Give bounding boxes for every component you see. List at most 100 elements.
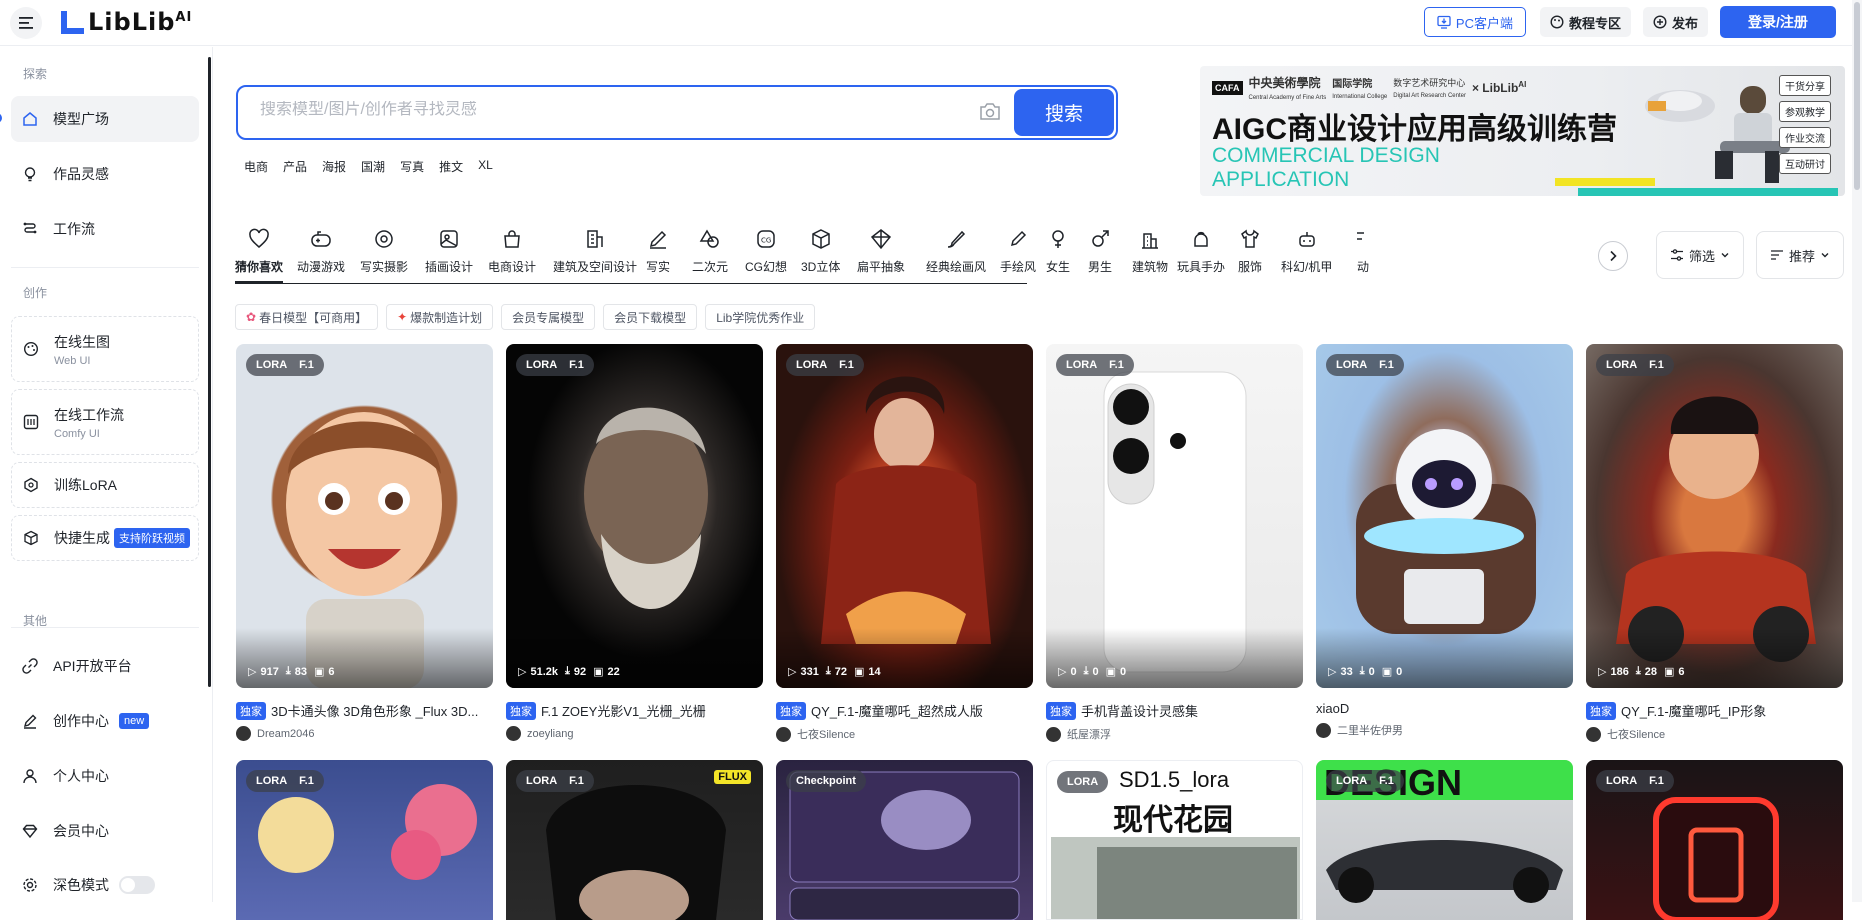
pill-hit-plan[interactable]: ✦ 爆款制造计划 [386,304,494,330]
pill-spring-models[interactable]: ✿ 春日模型【可商用】 [235,304,379,330]
model-card[interactable]: LORA F.1 ▷ 186 ⤓ 28 ▣ 6 独家 QY_F.1-魔童哪吒_IP形象 七夜Sile… [1586,344,1843,742]
model-thumbnail[interactable]: LORA F.1 ▷ 51.2k ⤓ 92 ▣ 22 [506,344,763,688]
category-tab[interactable]: 动漫游戏 [297,228,345,275]
sidebar-item-train-lora[interactable]: 训练LoRA [11,462,199,508]
category-tab[interactable]: 手绘风 [1000,228,1036,275]
quick-tag[interactable]: 写真 [400,158,424,175]
category-tab[interactable]: 3D立体 [801,228,840,275]
category-tab[interactable]: 电商设计 [488,228,536,275]
liblib-logo[interactable]: LibLibAI [58,8,192,36]
category-tab[interactable]: 建筑及空间设计 [553,228,637,275]
menu-toggle-button[interactable] [10,7,42,39]
model-thumbnail[interactable]: FLUX LORA F.1 [506,760,763,920]
model-card[interactable]: LORA F.1 ▷ 33 ⤓ 0 ▣ 0 xiaoD 二里半佐伊男 [1316,344,1573,738]
sidebar-item-dark-mode[interactable]: 深色模式 [11,862,199,908]
model-thumbnail[interactable]: DESIGNLORAF.1 [1316,760,1573,920]
sidebar-item-creator-center[interactable]: 创作中心 new [11,698,199,744]
quick-tag[interactable]: 国潮 [361,158,385,175]
category-tab[interactable]: 二次元 [692,228,728,275]
category-tab[interactable]: 扁平抽象 [857,228,905,275]
sidebar-item-inspiration[interactable]: 作品灵感 [11,151,199,197]
quick-tag[interactable]: 产品 [283,158,307,175]
model-title-row[interactable]: 独家 F.1 ZOEY光影V1_光栅_光栅 [506,701,763,720]
quick-tag[interactable]: 电商 [244,158,268,175]
model-thumbnail[interactable]: LORA F.1 ▷ 331 ⤓ 72 ▣ 14 [776,344,1033,688]
bag-icon [501,228,523,250]
category-tab[interactable]: 动 [1352,228,1374,275]
model-card[interactable]: LORA F.1 [1586,760,1843,920]
model-card[interactable]: DESIGNLORAF.1 [1316,760,1573,920]
sidebar-item-online-workflow[interactable]: 在线工作流 Comfy UI [11,389,199,455]
cube-icon [810,228,832,250]
category-tab[interactable]: 猜你喜欢 [235,228,283,275]
quick-tag[interactable]: 海报 [322,158,346,175]
sidebar-item-api[interactable]: API开放平台 [11,643,199,689]
search-button[interactable]: 搜索 [1014,89,1114,136]
model-card[interactable]: LORA F.1 ▷ 331 ⤓ 72 ▣ 14 独家 QY_F.1-魔童哪吒_超然成人版 七夜Si… [776,344,1033,742]
category-tab[interactable]: 服饰 [1238,228,1262,275]
camera-search-icon[interactable] [978,101,1002,123]
search-input[interactable] [260,101,960,119]
model-thumbnail[interactable]: Checkpoint [776,760,1033,920]
model-card[interactable]: Checkpoint [776,760,1033,920]
model-author[interactable]: 纸屋漂浮 [1046,726,1303,742]
category-tab[interactable]: CG CG幻想 [745,228,787,275]
model-author[interactable]: 二里半佐伊男 [1316,722,1573,738]
pill-lib-academy[interactable]: Lib学院优秀作业 [705,304,816,330]
category-tab[interactable]: 男生 [1088,228,1112,275]
category-tab[interactable]: 建筑物 [1132,228,1168,275]
model-card[interactable]: LORA F.1 ▷ 51.2k ⤓ 92 ▣ 22 独家 F.1 ZOEY光影V1_光栅_光栅z… [506,344,763,741]
model-card[interactable]: LORA F.1 [236,760,493,920]
model-title-row[interactable]: 独家 3D卡通头像 3D角色形象 _Flux 3D... [236,701,493,720]
quick-tag[interactable]: XL [478,158,493,175]
category-tab[interactable]: 女生 [1046,228,1070,275]
model-card[interactable]: LORA F.1 ▷ 0 ⤓ 0 ▣ 0 独家 手机背盖设计灵感集 纸屋漂浮 [1046,344,1303,742]
sidebar-item-online-generate[interactable]: 在线生图 Web UI [11,316,199,382]
model-card[interactable]: FLUX LORA F.1 [506,760,763,920]
page-scrollbar[interactable] [1852,0,1862,902]
model-author[interactable]: 七夜Silence [776,726,1033,742]
model-thumbnail[interactable]: LORA F.1 [236,760,493,920]
model-thumbnail[interactable]: LORA F.1 ▷ 917 ⤓ 83 ▣ 6 [236,344,493,688]
model-type-badge: LORA F.1 [516,770,594,792]
model-author[interactable]: 七夜Silence [1586,726,1843,742]
model-card[interactable]: SD1.5_lora 现代花园 LORA [1046,760,1303,920]
category-tab[interactable]: 经典绘画风 [926,228,986,275]
model-card[interactable]: LORA F.1 ▷ 917 ⤓ 83 ▣ 6 独家 3D卡通头像 3D角色形象 _Flux 3D… [236,344,493,741]
promo-banner[interactable]: CAFA 中央美術學院 Central Academy of Fine Arts … [1200,66,1845,196]
model-author[interactable]: zoeyliang [506,726,763,741]
model-thumbnail[interactable]: LORA F.1 ▷ 186 ⤓ 28 ▣ 6 [1586,344,1843,688]
model-thumbnail[interactable]: LORA F.1 ▷ 0 ⤓ 0 ▣ 0 [1046,344,1303,688]
login-register-button[interactable]: 登录/注册 [1720,6,1836,38]
page-scrollbar-thumb[interactable] [1854,2,1860,190]
sidebar-item-model-square[interactable]: 模型广场 [11,96,199,142]
category-next-button[interactable] [1598,241,1628,271]
category-tab[interactable]: 写实摄影 [360,228,408,275]
category-tab[interactable]: 插画设计 [425,228,473,275]
filter-button[interactable]: 筛选 [1656,231,1744,279]
model-author[interactable]: Dream2046 [236,726,493,741]
publish-button[interactable]: 发布 [1642,7,1708,37]
category-tab[interactable]: 写实 [646,228,670,275]
sidebar-item-member-center[interactable]: 会员中心 [11,808,199,854]
category-tab[interactable]: 科幻/机甲 [1281,228,1332,275]
model-thumbnail[interactable]: SD1.5_lora 现代花园 LORA [1046,760,1303,920]
model-title-row[interactable]: 独家 QY_F.1-魔童哪吒_超然成人版 [776,701,1033,720]
sort-button[interactable]: 推荐 [1756,231,1844,279]
pc-client-button[interactable]: PC客户端 [1423,7,1526,37]
model-thumbnail[interactable]: LORA F.1 ▷ 33 ⤓ 0 ▣ 0 [1316,344,1573,688]
sidebar-scrollbar[interactable] [208,57,211,687]
sidebar-item-workflow[interactable]: 工作流 [11,206,199,252]
model-title-row[interactable]: 独家 手机背盖设计灵感集 [1046,701,1303,720]
quick-tag[interactable]: 推文 [439,158,463,175]
sidebar-item-quick-generate[interactable]: 快捷生成 支持阶跃视频 [11,515,199,561]
pill-member-download[interactable]: 会员下载模型 [603,304,698,330]
dark-mode-toggle[interactable] [119,876,155,894]
sidebar-item-personal-center[interactable]: 个人中心 [11,753,199,799]
model-title-row[interactable]: xiaoD [1316,701,1573,716]
category-tab[interactable]: 玩具手办 [1177,228,1225,275]
model-thumbnail[interactable]: LORA F.1 [1586,760,1843,920]
model-title-row[interactable]: 独家 QY_F.1-魔童哪吒_IP形象 [1586,701,1843,720]
pill-member-exclusive[interactable]: 会员专属模型 [501,304,596,330]
tutorial-button[interactable]: 教程专区 [1539,7,1631,37]
